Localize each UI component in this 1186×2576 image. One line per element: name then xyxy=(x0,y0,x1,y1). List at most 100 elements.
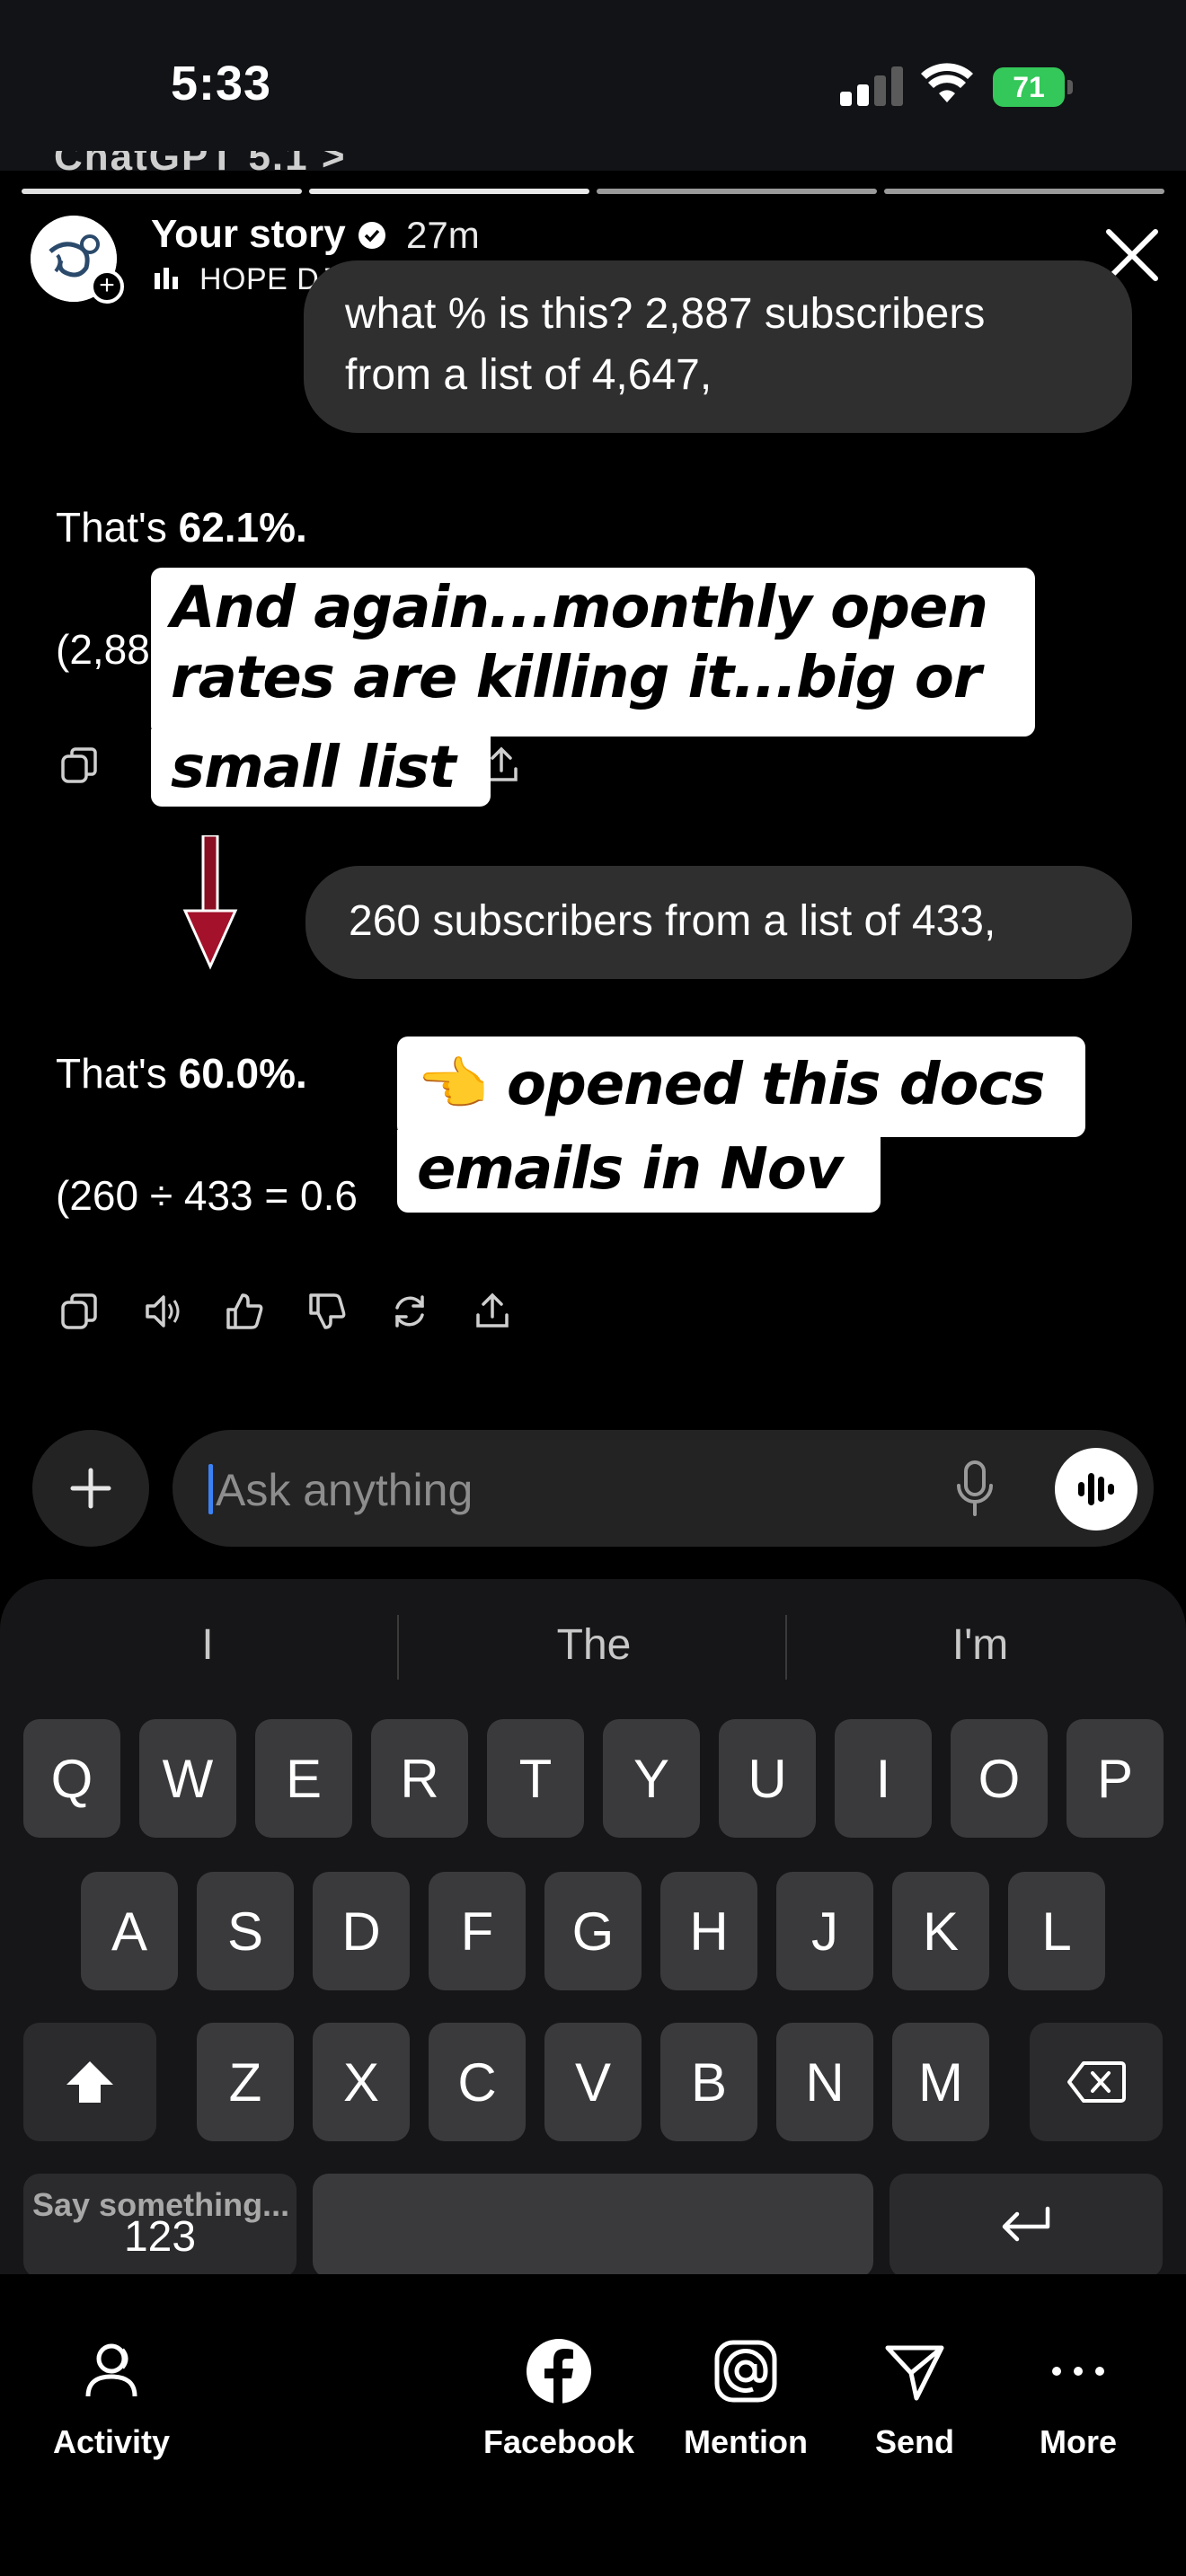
space-key[interactable] xyxy=(313,2174,873,2278)
sticker-line: small list xyxy=(171,735,456,801)
text-caret xyxy=(208,1464,213,1514)
bubble-line: what % is this? 2,887 subscribers xyxy=(345,290,986,338)
arrow-down-icon[interactable] xyxy=(181,835,239,970)
key-g[interactable]: G xyxy=(544,1872,642,1990)
shift-key[interactable] xyxy=(23,2023,156,2141)
verified-icon xyxy=(358,222,385,249)
copy-icon[interactable] xyxy=(59,1292,99,1331)
voice-mode-button[interactable] xyxy=(1055,1448,1137,1531)
key-z[interactable]: Z xyxy=(197,2023,294,2141)
facebook-button[interactable]: Facebook xyxy=(460,2337,658,2461)
mention-label: Mention xyxy=(684,2423,808,2460)
voice-waveform-icon xyxy=(1078,1473,1114,1505)
thumbs-up-icon[interactable] xyxy=(225,1292,264,1331)
battery-level: 71 xyxy=(993,67,1065,107)
bubble-line: 260 subscribers from a list of 433, xyxy=(349,897,996,945)
add-story-icon[interactable]: + xyxy=(90,269,124,304)
backspace-icon xyxy=(1067,2061,1126,2103)
microphone-icon[interactable] xyxy=(954,1459,996,1518)
mention-icon xyxy=(714,2340,777,2403)
delete-key[interactable] xyxy=(1030,2023,1163,2141)
read-aloud-icon[interactable] xyxy=(142,1292,181,1331)
story-background-peek: ChatGPT 5.1 > xyxy=(0,151,1186,185)
pointing-hand-icon: 👈 xyxy=(417,1052,489,1118)
facebook-icon xyxy=(527,2339,591,2404)
return-key[interactable] xyxy=(890,2174,1163,2278)
shift-icon xyxy=(66,2061,113,2103)
answer-value: 60.0%. xyxy=(178,1050,307,1097)
return-icon xyxy=(1002,2206,1050,2242)
share-icon[interactable] xyxy=(473,1292,512,1331)
answer-prefix: That's xyxy=(56,1050,179,1097)
text-sticker-1[interactable]: And again...monthly open rates are killi… xyxy=(151,568,1035,737)
key-a[interactable]: A xyxy=(81,1872,178,1990)
user-message-bubble: what % is this? 2,887 subscribers from a… xyxy=(304,260,1132,433)
add-attachment-button[interactable] xyxy=(32,1430,149,1547)
copy-icon[interactable] xyxy=(59,745,99,785)
sticker-line: rates are killing it...big or xyxy=(171,645,981,711)
sticker-line: opened this docs xyxy=(506,1052,1046,1118)
activity-label: Activity xyxy=(52,2423,171,2460)
status-time: 5:33 xyxy=(171,57,272,110)
answer-value: 62.1%. xyxy=(178,504,307,551)
mention-button[interactable]: Mention xyxy=(647,2337,845,2461)
facebook-label: Facebook xyxy=(482,2423,635,2460)
key-t[interactable]: T xyxy=(487,1719,584,1838)
sticker-line: And again...monthly open xyxy=(171,575,988,641)
key-o[interactable]: O xyxy=(951,1719,1048,1838)
wifi-icon xyxy=(921,63,973,102)
key-e[interactable]: E xyxy=(255,1719,352,1838)
text-sticker-2-tail[interactable]: emails in Nov xyxy=(397,1130,881,1213)
message-actions xyxy=(59,745,99,785)
key-w[interactable]: W xyxy=(139,1719,236,1838)
key-s[interactable]: S xyxy=(197,1872,294,1990)
suggestion-2[interactable]: The xyxy=(401,1620,787,1670)
key-j[interactable]: J xyxy=(776,1872,873,1990)
cellular-signal-icon xyxy=(840,65,905,106)
key-p[interactable]: P xyxy=(1067,1719,1164,1838)
key-b[interactable]: B xyxy=(660,2023,757,2141)
regenerate-icon[interactable] xyxy=(390,1292,429,1331)
assistant-answer: That's 60.0%. xyxy=(56,1049,307,1098)
ask-input[interactable]: Ask anything xyxy=(173,1430,1154,1547)
text-sticker-2[interactable]: 👈 opened this docs xyxy=(397,1037,1085,1137)
more-label: More xyxy=(1039,2423,1117,2460)
key-y[interactable]: Y xyxy=(603,1719,700,1838)
key-m[interactable]: M xyxy=(892,2023,989,2141)
peek-text: ChatGPT 5.1 > xyxy=(54,151,347,179)
thumbs-down-icon[interactable] xyxy=(307,1292,347,1331)
message-actions xyxy=(59,1292,512,1331)
suggestion-3[interactable]: I'm xyxy=(787,1620,1173,1670)
calculation: (260 ÷ 433 = 0.6 xyxy=(56,1172,358,1219)
suggestion-bar: I The I'm xyxy=(0,1579,1186,1714)
story-progress-segment xyxy=(597,189,877,194)
key-u[interactable]: U xyxy=(719,1719,816,1838)
key-n[interactable]: N xyxy=(776,2023,873,2141)
story-progress-segment xyxy=(22,189,302,194)
key-i[interactable]: I xyxy=(835,1719,932,1838)
battery-icon: 71 xyxy=(993,67,1074,107)
suggestion-1[interactable]: I xyxy=(14,1620,401,1670)
text-sticker-1-tail[interactable]: small list xyxy=(151,729,491,807)
key-h[interactable]: H xyxy=(660,1872,757,1990)
key-d[interactable]: D xyxy=(313,1872,410,1990)
key-q[interactable]: Q xyxy=(23,1719,120,1838)
activity-button[interactable]: Activity xyxy=(13,2337,210,2461)
more-button[interactable]: More xyxy=(979,2337,1177,2461)
key-f[interactable]: F xyxy=(429,1872,526,1990)
status-bar: 5:33 71 xyxy=(0,0,1186,171)
activity-icon xyxy=(85,2343,137,2397)
key-k[interactable]: K xyxy=(892,1872,989,1990)
bubble-line: from a list of 4,647, xyxy=(345,351,712,399)
plus-icon xyxy=(70,1468,111,1509)
send-icon xyxy=(885,2345,944,2401)
story-owner-title[interactable]: Your story xyxy=(151,212,346,257)
answer-prefix: That's xyxy=(56,504,179,551)
key-l[interactable]: L xyxy=(1008,1872,1105,1990)
key-r[interactable]: R xyxy=(371,1719,468,1838)
assistant-answer: That's 62.1%. xyxy=(56,503,307,551)
key-x[interactable]: X xyxy=(313,2023,410,2141)
key-c[interactable]: C xyxy=(429,2023,526,2141)
story-timestamp: 27m xyxy=(406,214,480,256)
key-v[interactable]: V xyxy=(544,2023,642,2141)
